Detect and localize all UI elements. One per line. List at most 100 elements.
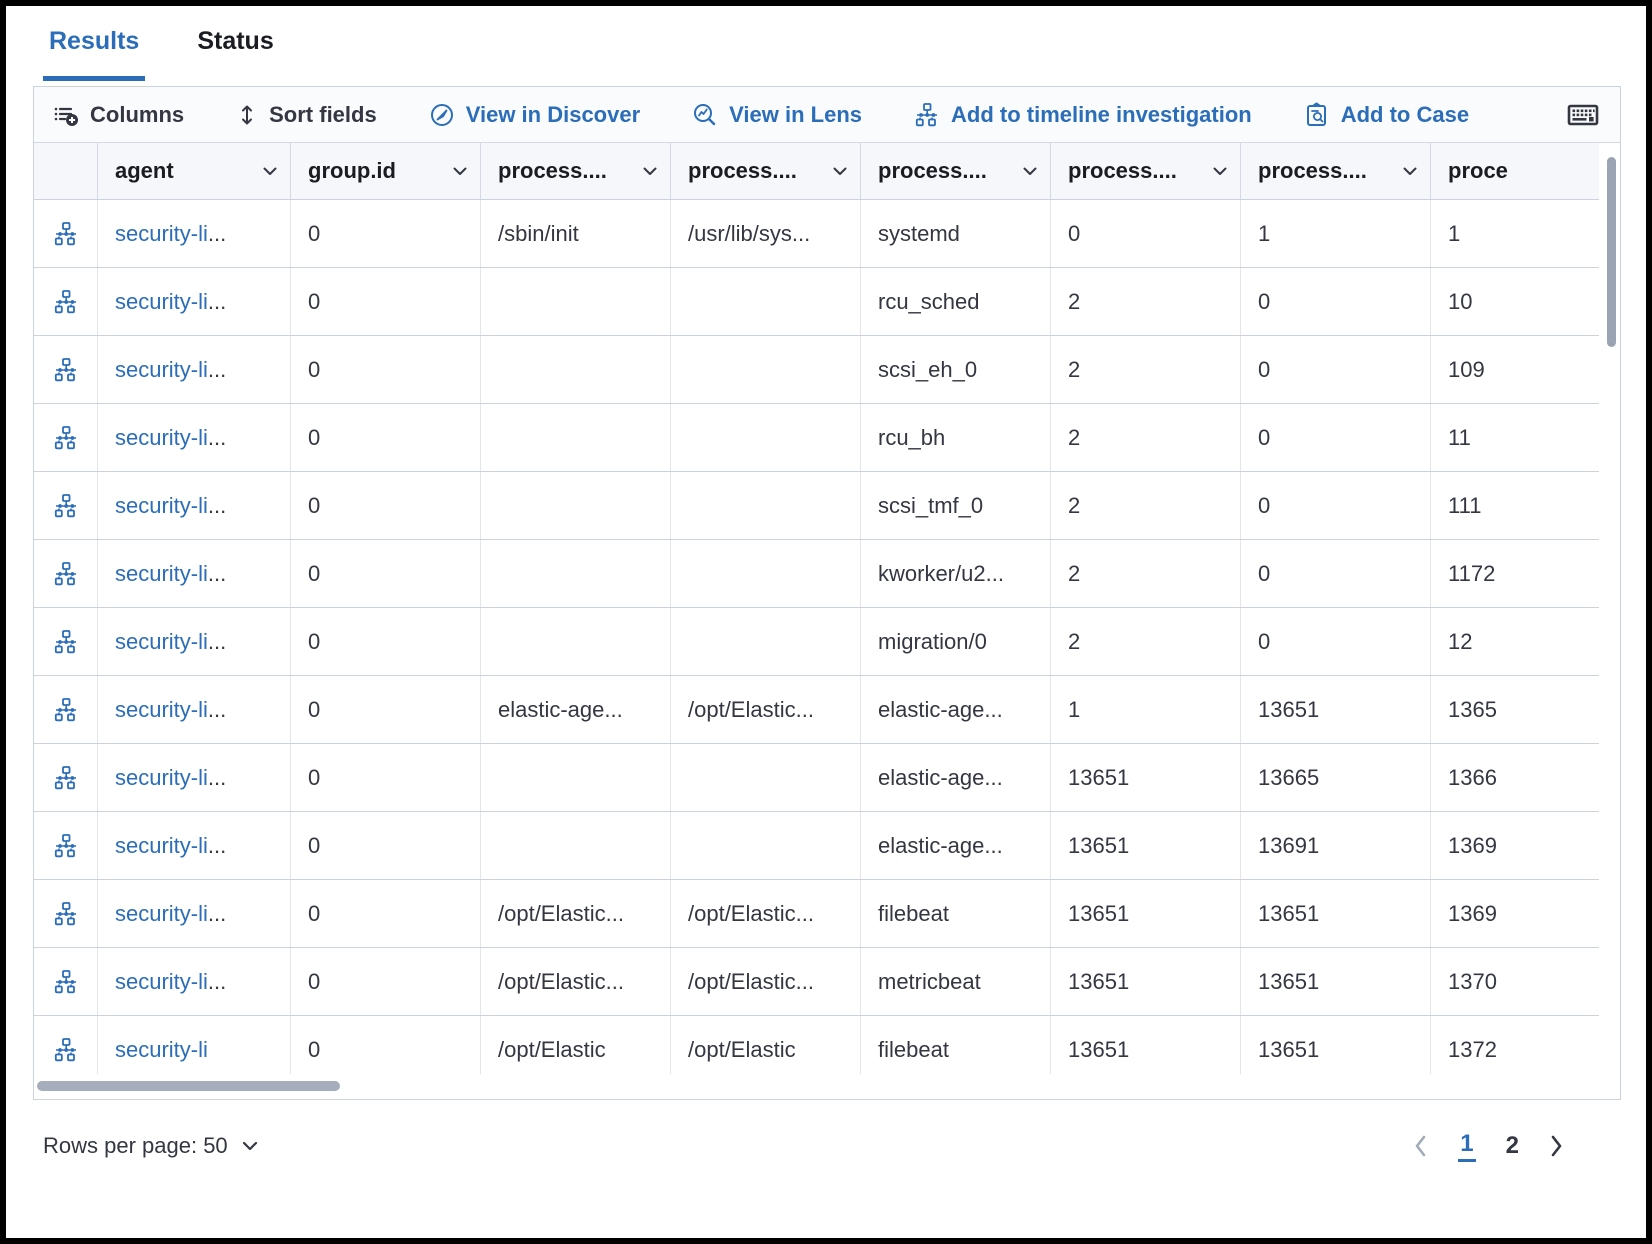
analyze-event-button[interactable] bbox=[34, 404, 98, 471]
agent-link[interactable]: security-li bbox=[115, 425, 208, 451]
keyboard-shortcuts-button[interactable] bbox=[1566, 102, 1600, 128]
data-grid: Columns Sort fields View in Discover bbox=[33, 86, 1621, 1100]
tab-results[interactable]: Results bbox=[43, 26, 145, 81]
add-to-case-button[interactable]: Add to Case bbox=[1304, 102, 1469, 128]
rows-per-page-button[interactable]: Rows per page: 50 bbox=[43, 1133, 258, 1159]
analyze-event-icon bbox=[53, 698, 79, 722]
analyze-event-button[interactable] bbox=[34, 200, 98, 267]
process-cell-5: 0 bbox=[1241, 268, 1431, 335]
header-control-column bbox=[34, 143, 98, 199]
agent-link[interactable]: security-li bbox=[115, 561, 208, 587]
chevron-left-icon[interactable] bbox=[1412, 1133, 1428, 1159]
analyze-event-button[interactable] bbox=[34, 812, 98, 879]
group-id-cell: 0 bbox=[291, 268, 481, 335]
process-cell-6: 1 bbox=[1431, 200, 1598, 267]
process-cell-1: /opt/Elastic bbox=[481, 1016, 671, 1074]
header-process-1[interactable]: process.... bbox=[481, 143, 671, 199]
vertical-scrollbar-thumb[interactable] bbox=[1607, 157, 1616, 347]
header-process-4[interactable]: process.... bbox=[1051, 143, 1241, 199]
process-cell-2: /usr/lib/sys... bbox=[671, 200, 861, 267]
process-cell-3: rcu_sched bbox=[861, 268, 1051, 335]
chevron-down-icon[interactable] bbox=[1023, 167, 1037, 176]
chevron-down-icon[interactable] bbox=[643, 167, 657, 176]
agent-link[interactable]: security-li bbox=[115, 969, 208, 995]
truncation-ellipsis: ... bbox=[208, 221, 226, 247]
agent-link[interactable]: security-li bbox=[115, 1037, 208, 1063]
agent-link[interactable]: security-li bbox=[115, 833, 208, 859]
agent-link[interactable]: security-li bbox=[115, 289, 208, 315]
agent-cell: security-li... bbox=[98, 268, 291, 335]
tab-status[interactable]: Status bbox=[191, 26, 279, 81]
process-cell-4: 2 bbox=[1051, 472, 1241, 539]
analyze-event-button[interactable] bbox=[34, 268, 98, 335]
agent-link[interactable]: security-li bbox=[115, 697, 208, 723]
agent-cell: security-li... bbox=[98, 540, 291, 607]
analyze-event-button[interactable] bbox=[34, 948, 98, 1015]
table-row: security-li... 0 scsi_tmf_0 2 0 111 bbox=[34, 472, 1599, 540]
analyze-event-icon bbox=[53, 290, 79, 314]
view-in-discover-button[interactable]: View in Discover bbox=[429, 102, 640, 128]
process-cell-4: 0 bbox=[1051, 200, 1241, 267]
process-cell-1 bbox=[481, 812, 671, 879]
chevron-down-icon[interactable] bbox=[263, 167, 277, 176]
header-process-5[interactable]: process.... bbox=[1241, 143, 1431, 199]
add-to-timeline-button[interactable]: Add to timeline investigation bbox=[914, 102, 1252, 128]
process-cell-2: /opt/Elastic bbox=[671, 1016, 861, 1074]
header-agent[interactable]: agent bbox=[98, 143, 291, 199]
agent-link[interactable]: security-li bbox=[115, 901, 208, 927]
chevron-down-icon[interactable] bbox=[453, 167, 467, 176]
agent-link[interactable]: security-li bbox=[115, 629, 208, 655]
results-panel: { "colors": { "accent_blue": "#2b6db8", … bbox=[0, 0, 1652, 1244]
process-cell-3: filebeat bbox=[861, 880, 1051, 947]
process-cell-6: 12 bbox=[1431, 608, 1598, 675]
process-cell-1 bbox=[481, 608, 671, 675]
chevron-down-icon[interactable] bbox=[1403, 167, 1417, 176]
truncation-ellipsis: ... bbox=[208, 697, 226, 723]
horizontal-scrollbar[interactable] bbox=[34, 1074, 1620, 1099]
analyze-event-button[interactable] bbox=[34, 1016, 98, 1074]
keyboard-icon bbox=[1566, 102, 1600, 128]
lens-icon bbox=[692, 102, 718, 128]
analyze-event-button[interactable] bbox=[34, 676, 98, 743]
agent-cell: security-li... bbox=[98, 608, 291, 675]
process-cell-5: 13651 bbox=[1241, 1016, 1431, 1074]
process-cell-3: filebeat bbox=[861, 1016, 1051, 1074]
table-row: security-li... 0 elastic-age... 13651 13… bbox=[34, 744, 1599, 812]
analyze-event-button[interactable] bbox=[34, 744, 98, 811]
agent-link[interactable]: security-li bbox=[115, 357, 208, 383]
chevron-down-icon[interactable] bbox=[833, 167, 847, 176]
agent-link[interactable]: security-li bbox=[115, 221, 208, 247]
pagination: 1 2 bbox=[1412, 1130, 1621, 1162]
process-cell-5: 1 bbox=[1241, 200, 1431, 267]
truncation-ellipsis: ... bbox=[208, 493, 226, 519]
analyze-event-icon bbox=[53, 970, 79, 994]
analyze-event-button[interactable] bbox=[34, 540, 98, 607]
agent-cell: security-li... bbox=[98, 336, 291, 403]
header-group-id[interactable]: group.id bbox=[291, 143, 481, 199]
process-cell-3: elastic-age... bbox=[861, 676, 1051, 743]
sort-fields-button[interactable]: Sort fields bbox=[236, 102, 377, 128]
page-2-button[interactable]: 2 bbox=[1506, 1132, 1519, 1160]
agent-cell: security-li... bbox=[98, 404, 291, 471]
agent-link[interactable]: security-li bbox=[115, 765, 208, 791]
view-in-lens-button[interactable]: View in Lens bbox=[692, 102, 862, 128]
header-process-2[interactable]: process.... bbox=[671, 143, 861, 199]
header-process-3[interactable]: process.... bbox=[861, 143, 1051, 199]
analyze-event-button[interactable] bbox=[34, 608, 98, 675]
analyze-event-button[interactable] bbox=[34, 336, 98, 403]
agent-link[interactable]: security-li bbox=[115, 493, 208, 519]
page-1-button[interactable]: 1 bbox=[1458, 1130, 1475, 1162]
horizontal-scrollbar-thumb[interactable] bbox=[37, 1081, 340, 1091]
vertical-scrollbar[interactable] bbox=[1607, 145, 1617, 1095]
analyze-event-button[interactable] bbox=[34, 880, 98, 947]
process-cell-5: 13651 bbox=[1241, 676, 1431, 743]
header-process-6[interactable]: proce bbox=[1431, 143, 1598, 199]
process-cell-5: 13651 bbox=[1241, 948, 1431, 1015]
analyze-event-button[interactable] bbox=[34, 472, 98, 539]
process-cell-5: 13691 bbox=[1241, 812, 1431, 879]
chevron-down-icon[interactable] bbox=[1213, 167, 1227, 176]
truncation-ellipsis: ... bbox=[208, 425, 226, 451]
chevron-right-icon[interactable] bbox=[1549, 1133, 1565, 1159]
columns-button[interactable]: Columns bbox=[54, 102, 184, 128]
process-cell-6: 1372 bbox=[1431, 1016, 1598, 1074]
